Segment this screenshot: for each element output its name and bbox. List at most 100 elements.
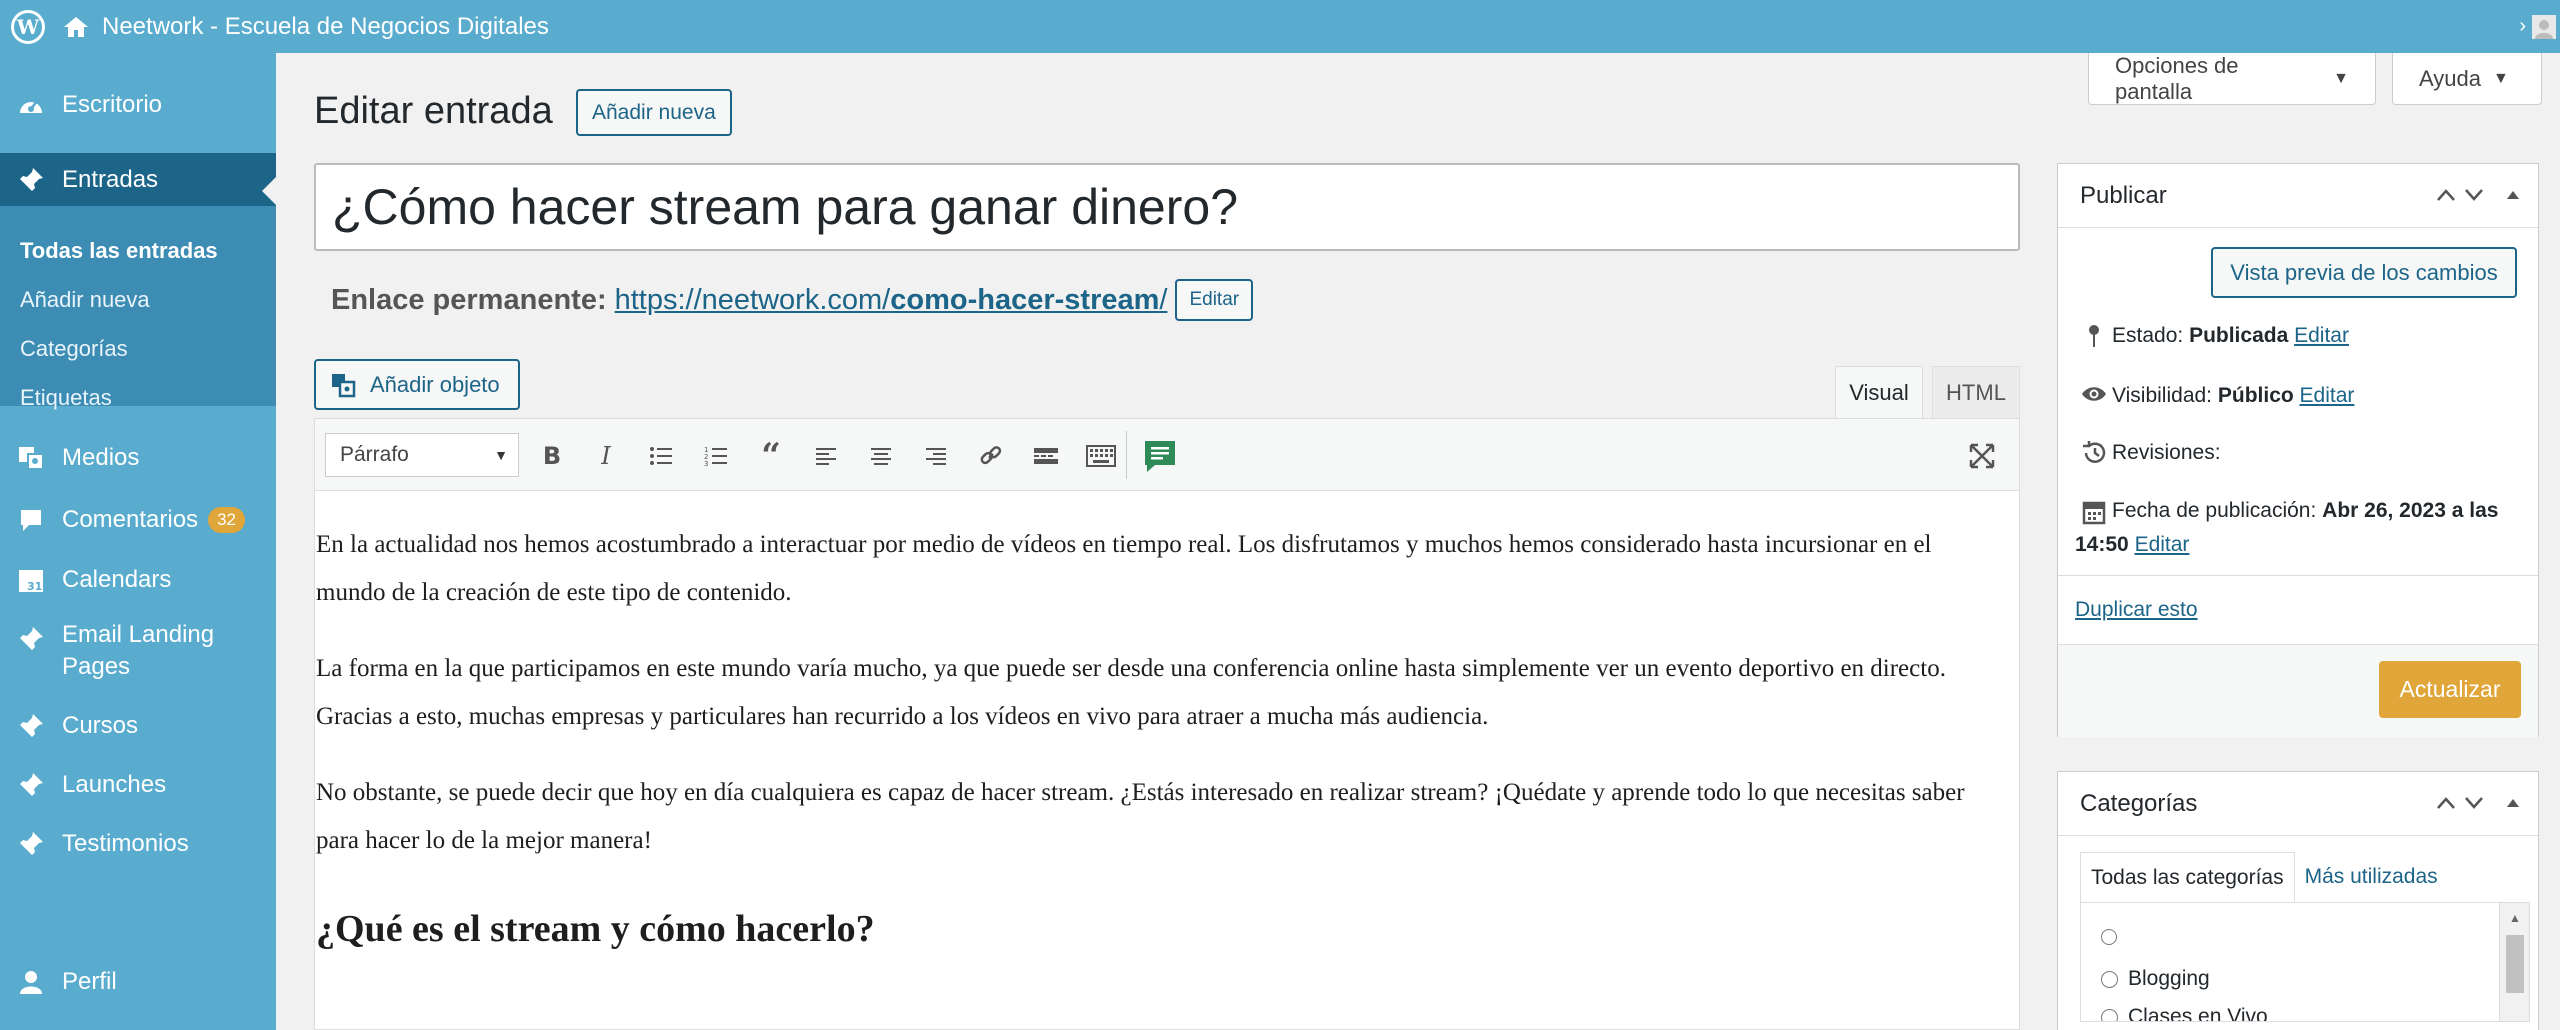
scrollbar[interactable]: ▲ xyxy=(2499,903,2529,1021)
publish-time-value: 14:50 xyxy=(2075,533,2129,556)
chevron-down-icon[interactable] xyxy=(2464,182,2484,208)
permalink-edit-button[interactable]: Editar xyxy=(1175,279,1254,321)
category-item[interactable]: Clases en Vivo xyxy=(2101,1005,2268,1021)
pin-icon xyxy=(0,712,62,740)
permalink-link[interactable]: https://neetwork.com/como-hacer-stream/ xyxy=(615,284,1168,317)
category-item[interactable]: Blogging xyxy=(2101,967,2210,991)
italic-icon[interactable]: I xyxy=(587,437,625,475)
format-select[interactable]: Párrafo ▼ xyxy=(325,433,519,477)
preview-changes-button[interactable]: Vista previa de los cambios xyxy=(2211,247,2517,298)
visibility-label: Visibilidad: xyxy=(2112,384,2213,407)
sidebar-item-escritorio[interactable]: Escritorio xyxy=(0,80,276,130)
bulleted-list-icon[interactable] xyxy=(642,437,680,475)
keyboard-icon[interactable] xyxy=(1082,437,1120,475)
align-left-icon[interactable] xyxy=(807,437,845,475)
scroll-up-icon[interactable]: ▲ xyxy=(2509,911,2521,925)
sidebar-item-label: Entradas xyxy=(62,165,159,193)
visibility-value: Público xyxy=(2217,384,2294,407)
sidebar-item-launches[interactable]: Launches xyxy=(0,760,276,810)
visibility-edit-link[interactable]: Editar xyxy=(2300,384,2355,407)
tab-visual[interactable]: Visual xyxy=(1835,366,1923,418)
comment-icon[interactable] xyxy=(1141,437,1179,475)
categories-box-title: Categorías xyxy=(2080,789,2198,817)
submenu-categorias[interactable]: Categorías xyxy=(0,324,276,373)
format-select-value: Párrafo xyxy=(340,443,409,466)
sidebar-item-email-landing-pages[interactable]: Email Landing Pages xyxy=(0,619,276,691)
tab-html[interactable]: HTML xyxy=(1932,366,2020,418)
submenu-etiquetas[interactable]: Etiquetas xyxy=(0,373,276,422)
svg-text:3: 3 xyxy=(704,460,708,467)
paragraph: No obstante, se puede decir que hoy en d… xyxy=(316,779,1965,854)
update-button[interactable]: Actualizar xyxy=(2379,661,2521,718)
link-icon[interactable] xyxy=(972,437,1010,475)
radio-icon[interactable] xyxy=(2101,1008,2118,1021)
permalink-label: Enlace permanente: xyxy=(331,283,607,316)
site-name-link[interactable]: Neetwork - Escuela de Negocios Digitales xyxy=(102,13,549,41)
eye-icon xyxy=(2076,379,2112,404)
duplicate-row: Duplicar esto xyxy=(2075,593,2198,626)
categories-box-header[interactable]: Categorías xyxy=(2058,772,2538,836)
add-media-label: Añadir objeto xyxy=(370,371,500,397)
add-media-button[interactable]: Añadir objeto xyxy=(314,359,520,410)
help-label: Ayuda xyxy=(2419,65,2481,91)
avatar[interactable] xyxy=(2532,14,2556,39)
chevron-down-icon[interactable] xyxy=(2464,790,2484,816)
category-item[interactable] xyxy=(2101,929,2127,945)
read-more-icon[interactable] xyxy=(1027,437,1065,475)
chevron-up-icon[interactable] xyxy=(2436,790,2456,816)
sidebar-item-label: Calendars xyxy=(62,566,172,593)
add-new-button[interactable]: Añadir nueva xyxy=(576,89,732,136)
publish-date-row: Fecha de publicación: Abr 26, 2023 a las xyxy=(2076,494,2526,527)
radio-icon[interactable] xyxy=(2101,929,2117,945)
sidebar-item-testimonios[interactable]: Testimonios xyxy=(0,819,276,869)
editor-content[interactable]: En la actualidad nos hemos acostumbrado … xyxy=(315,491,2019,953)
paragraph: En la actualidad nos hemos acostumbrado … xyxy=(316,531,1932,606)
chevron-right-icon: › xyxy=(2519,15,2526,37)
sidebar-item-medios[interactable]: Medios xyxy=(0,433,276,483)
tab-most-used[interactable]: Más utilizadas xyxy=(2295,852,2448,902)
caret-down-icon: ▼ xyxy=(2492,69,2509,87)
paragraph: La forma en la que participamos en este … xyxy=(316,655,1946,730)
page-title: Editar entrada xyxy=(314,90,553,132)
scrollbar-thumb[interactable] xyxy=(2506,935,2524,993)
visibility-text: Visibilidad: Público Editar xyxy=(2112,379,2354,412)
add-media-icon xyxy=(330,372,358,398)
help-button[interactable]: Ayuda ▼ xyxy=(2392,53,2542,105)
sidebar-item-comentarios[interactable]: Comentarios 32 xyxy=(0,495,276,545)
admin-bar: W Neetwork - Escuela de Negocios Digital… xyxy=(0,0,2560,53)
sidebar-item-entradas[interactable]: Entradas xyxy=(0,153,276,206)
blockquote-icon[interactable]: “ xyxy=(752,436,790,476)
pin-icon xyxy=(0,830,62,858)
screen-options-button[interactable]: Opciones de pantalla ▼ xyxy=(2088,53,2376,105)
fullscreen-icon[interactable] xyxy=(1963,437,2001,475)
sidebar-item-label: Medios xyxy=(62,444,140,471)
chevron-up-icon[interactable] xyxy=(2436,182,2456,208)
post-title-input[interactable]: ¿Cómo hacer stream para ganar dinero? xyxy=(314,163,2020,251)
bold-icon[interactable]: B xyxy=(533,437,571,475)
publish-box-header[interactable]: Publicar xyxy=(2058,164,2538,228)
sidebar-item-calendars[interactable]: 31 Calendars xyxy=(0,555,276,605)
sidebar-item-cursos[interactable]: Cursos xyxy=(0,701,276,751)
status-edit-link[interactable]: Editar xyxy=(2294,324,2349,347)
tab-all-categories[interactable]: Todas las categorías xyxy=(2080,852,2295,902)
numbered-list-icon[interactable]: 123 xyxy=(697,437,735,475)
visibility-row: Visibilidad: Público Editar xyxy=(2076,379,2354,412)
sidebar-item-perfil[interactable]: Perfil xyxy=(0,957,276,1007)
status-text: Estado: Publicada Editar xyxy=(2112,319,2349,352)
radio-icon[interactable] xyxy=(2101,970,2118,988)
caret-down-icon: ▼ xyxy=(494,447,508,463)
sidebar-submenu: Todas las entradas Añadir nueva Categorí… xyxy=(0,206,276,410)
align-right-icon[interactable] xyxy=(917,437,955,475)
publish-date-line1: Fecha de publicación: Abr 26, 2023 a las xyxy=(2112,494,2498,527)
align-center-icon[interactable] xyxy=(862,437,900,475)
collapse-triangle-icon[interactable] xyxy=(2506,790,2520,816)
home-icon[interactable] xyxy=(56,0,96,53)
submenu-anadir-nueva[interactable]: Añadir nueva xyxy=(0,275,276,324)
permalink-slug: como-hacer-stream xyxy=(890,283,1160,316)
publish-date-edit-link[interactable]: Editar xyxy=(2135,528,2190,561)
collapse-triangle-icon[interactable] xyxy=(2506,182,2520,208)
submenu-todas-las-entradas[interactable]: Todas las entradas xyxy=(0,226,276,275)
duplicate-link[interactable]: Duplicar esto xyxy=(2075,593,2198,626)
pin-icon xyxy=(0,619,62,653)
wordpress-logo-icon[interactable]: W xyxy=(0,0,56,53)
